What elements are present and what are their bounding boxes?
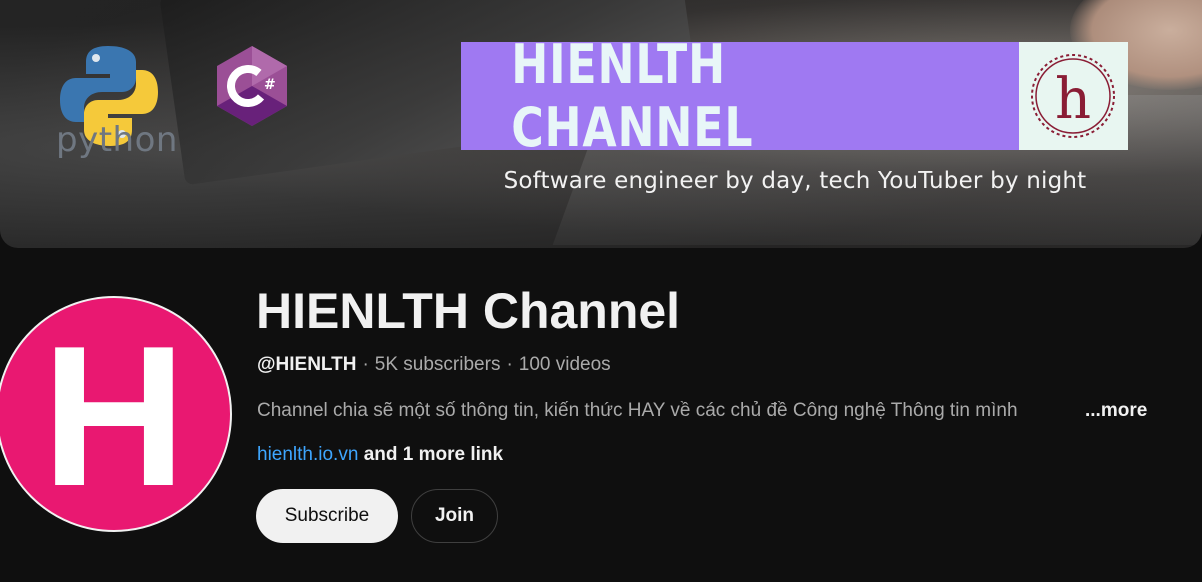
channel-links: hienlth.io.vn and 1 more link	[257, 444, 503, 466]
channel-banner: python # HIENLTH CHANNEL h Software engi…	[0, 0, 1202, 248]
channel-description[interactable]: Channel chia sẽ một số thông tin, kiến t…	[257, 400, 1157, 422]
h-logo-icon: h	[1031, 54, 1115, 138]
channel-page: python # HIENLTH CHANNEL h Software engi…	[0, 0, 1202, 582]
join-button[interactable]: Join	[411, 489, 498, 543]
banner-h-logo: h	[1019, 42, 1128, 150]
channel-name: HIENLTH Channel	[256, 283, 681, 339]
python-caption: python	[56, 120, 178, 160]
channel-website-link[interactable]: hienlth.io.vn	[257, 444, 358, 465]
more-links-button[interactable]: and 1 more link	[364, 444, 503, 465]
channel-avatar[interactable]: H	[0, 296, 232, 532]
channel-meta: @HIENLTH · 5K subscribers · 100 videos	[257, 354, 611, 376]
more-button[interactable]: ...more	[1085, 400, 1147, 421]
meta-separator: ·	[362, 354, 369, 375]
svg-text:h: h	[1055, 67, 1091, 132]
svg-text:#: #	[264, 77, 276, 93]
banner-tagline: Software engineer by day, tech YouTuber …	[503, 168, 1087, 194]
description-text: Channel chia sẽ một số thông tin, kiến t…	[257, 400, 1018, 421]
channel-handle: @HIENLTH	[257, 354, 357, 375]
meta-separator: ·	[506, 354, 513, 375]
banner-title-box: HIENLTH CHANNEL	[461, 33, 1019, 159]
banner-title: HIENLTH CHANNEL	[511, 33, 754, 159]
subscribe-button[interactable]: Subscribe	[256, 489, 398, 543]
avatar-letter: H	[41, 305, 187, 528]
subscriber-count: 5K subscribers	[374, 354, 501, 375]
video-count: 100 videos	[518, 354, 611, 375]
csharp-logo-icon: #	[217, 46, 287, 126]
